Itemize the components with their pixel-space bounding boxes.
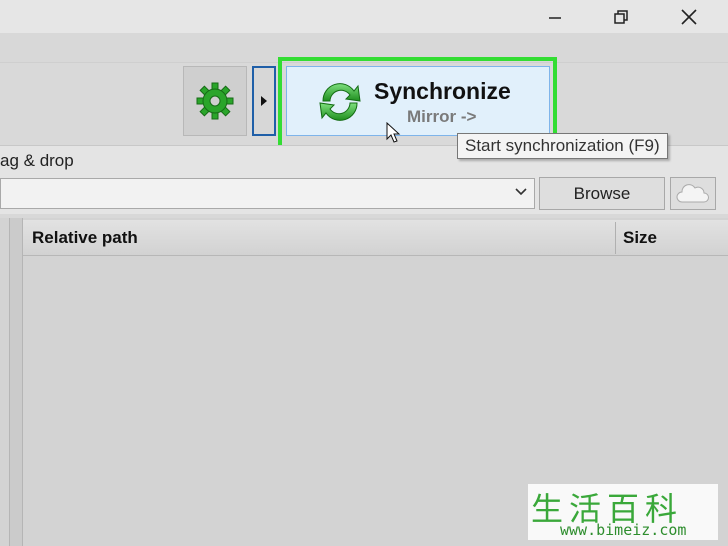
cloud-button[interactable] (670, 177, 716, 210)
chevron-down-icon[interactable] (514, 187, 528, 197)
drag-drop-label: ag & drop (0, 151, 74, 170)
folder-path-input[interactable] (0, 178, 535, 209)
sync-button-variant: Mirror -> (407, 107, 477, 126)
grid-left-splitter[interactable] (9, 218, 23, 546)
browse-button[interactable]: Browse (539, 177, 665, 210)
watermark-url: www.bimeiz.com (560, 521, 687, 539)
column-header-relative-path[interactable]: Relative path (32, 228, 138, 248)
close-button[interactable] (666, 0, 712, 33)
gear-icon (196, 82, 234, 120)
cloud-icon (676, 183, 709, 202)
close-icon (681, 8, 697, 25)
minimize-button[interactable] (532, 0, 578, 33)
synchronize-button[interactable]: Synchronize Mirror -> (286, 66, 550, 136)
minimize-icon (549, 16, 561, 19)
sync-button-title: Synchronize (374, 78, 511, 104)
restore-icon (614, 9, 628, 24)
column-divider[interactable] (615, 222, 616, 254)
expand-sync-options-button[interactable] (252, 66, 276, 136)
settings-button[interactable] (183, 66, 247, 136)
sync-tooltip: Start synchronization (F9) (457, 133, 668, 159)
sync-arrows-icon (319, 83, 361, 121)
restore-button[interactable] (598, 0, 644, 33)
column-header-size[interactable]: Size (623, 228, 657, 248)
mouse-cursor-icon (386, 122, 401, 143)
title-bar (0, 0, 728, 33)
triangle-right-icon (261, 96, 267, 106)
